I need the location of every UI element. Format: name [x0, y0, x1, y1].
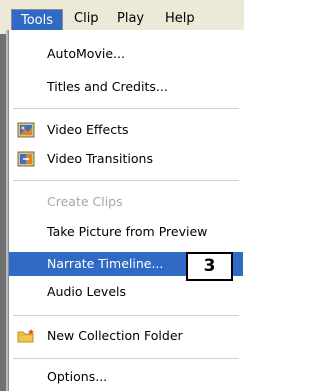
menu-item-label: Narrate Timeline...	[47, 256, 164, 271]
menu-item-automovie[interactable]: AutoMovie...	[9, 42, 243, 66]
menu-item-label: Create Clips	[47, 194, 123, 209]
menu-item-video-effects[interactable]: Video Effects	[9, 118, 243, 142]
new-folder-icon	[17, 328, 35, 344]
menu-item-label: Video Effects	[47, 122, 129, 137]
menu-separator	[13, 358, 239, 359]
menu-item-label: Take Picture from Preview	[47, 224, 208, 239]
menu-separator	[13, 315, 239, 316]
menu-clip[interactable]: Clip	[74, 9, 99, 29]
menu-bar: Tools Clip Play Help	[0, 0, 244, 34]
step-number-callout: 3	[186, 252, 233, 281]
menu-item-label: Video Transitions	[47, 151, 153, 166]
menu-item-label: New Collection Folder	[47, 328, 183, 343]
menu-item-new-collection-folder[interactable]: New Collection Folder	[9, 324, 243, 348]
screenshot-frame: Tools Clip Play Help AutoMovie... Titles…	[0, 0, 244, 391]
menu-item-label: Options...	[47, 369, 108, 384]
menu-item-video-transitions[interactable]: Video Transitions	[9, 147, 243, 171]
menu-item-take-picture-from-preview[interactable]: Take Picture from Preview	[9, 220, 243, 244]
menu-separator	[13, 108, 239, 109]
video-effects-icon	[17, 122, 35, 138]
menu-tools[interactable]: Tools	[11, 9, 63, 31]
tools-dropdown-menu: AutoMovie... Titles and Credits... Video…	[8, 30, 244, 391]
menu-item-audio-levels[interactable]: Audio Levels	[9, 280, 243, 304]
menu-item-create-clips: Create Clips	[9, 190, 243, 214]
menu-play[interactable]: Play	[117, 9, 144, 29]
menu-item-label: Titles and Credits...	[47, 79, 168, 94]
menu-help[interactable]: Help	[165, 9, 195, 29]
menu-item-titles-and-credits[interactable]: Titles and Credits...	[9, 75, 243, 99]
video-transitions-icon	[17, 151, 35, 167]
menu-separator	[13, 180, 239, 181]
menu-item-label: Audio Levels	[47, 284, 127, 299]
menu-item-label: AutoMovie...	[47, 46, 125, 61]
menu-item-options[interactable]: Options...	[9, 365, 243, 389]
